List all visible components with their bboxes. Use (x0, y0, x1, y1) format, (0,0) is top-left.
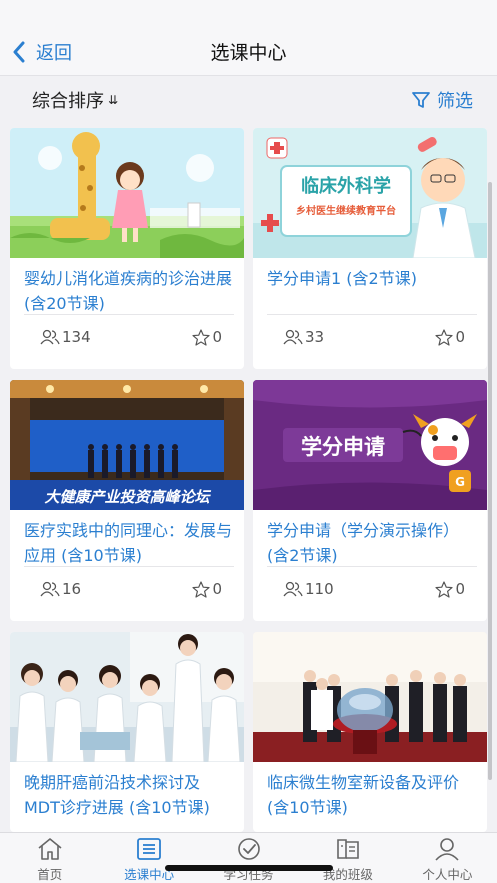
learner-count: 110 (283, 580, 334, 598)
learner-count: 134 (40, 328, 91, 346)
course-thumbnail-surgery: 临床外科学 乡村医生继续教育平台 (253, 128, 487, 258)
favorite-button[interactable]: 0 (435, 580, 465, 598)
banner-title-text: 临床外科学 (301, 175, 391, 197)
star-icon (192, 580, 211, 598)
learner-count-value: 110 (305, 580, 334, 598)
course-thumbnail-credit-apply: 学分申请 G (253, 380, 487, 510)
course-title[interactable]: 晚期肝癌前沿技术探讨及MDT诊疗进展 (含10节课) (24, 770, 234, 820)
tab-profile[interactable]: 个人中心 (398, 833, 497, 883)
favorite-count: 0 (212, 580, 222, 598)
home-icon (38, 838, 62, 860)
learner-count: 16 (40, 580, 81, 598)
star-icon (435, 328, 454, 346)
people-icon (40, 329, 60, 345)
check-circle-icon (237, 838, 260, 860)
card-divider (24, 314, 234, 315)
favorite-button[interactable]: 0 (435, 328, 465, 346)
course-grid: 婴幼儿消化道疾病的诊治进展 (含20节课) 134 0 临床外科学 乡村医生继续… (0, 0, 497, 883)
people-icon (283, 581, 303, 597)
course-thumbnail-doctors (10, 632, 244, 762)
course-card[interactable]: 婴幼儿消化道疾病的诊治进展 (含20节课) 134 0 (10, 128, 244, 369)
favorite-button[interactable]: 0 (192, 328, 222, 346)
people-icon (40, 581, 60, 597)
banner-title-text: 大健康产业投资高峰论坛 (44, 488, 211, 506)
learner-count: 33 (283, 328, 324, 346)
learner-count-value: 33 (305, 328, 325, 346)
course-card[interactable]: 晚期肝癌前沿技术探讨及MDT诊疗进展 (含10节课) (10, 632, 244, 832)
tab-label: 个人中心 (422, 867, 473, 882)
star-icon (435, 580, 454, 598)
banner-title-text: 学分申请 (301, 435, 385, 459)
learner-count-value: 134 (62, 328, 91, 346)
course-title[interactable]: 临床微生物室新设备及评价 (含10节课) (267, 770, 477, 820)
course-title[interactable]: 学分申请（学分演示操作）(含2节课) (267, 518, 477, 568)
scrollbar[interactable] (488, 182, 492, 780)
card-divider (267, 566, 477, 567)
course-title[interactable]: 医疗实践中的同理心：发展与应用 (含10节课) (24, 518, 234, 568)
person-icon (435, 838, 459, 861)
favorite-count: 0 (455, 580, 465, 598)
svg-text:G: G (455, 475, 465, 489)
card-divider (267, 314, 477, 315)
banner-subtitle-text: 乡村医生继续教育平台 (296, 204, 396, 217)
course-thumbnail-equipment-launch (253, 632, 487, 762)
class-book-icon (337, 839, 359, 859)
course-card[interactable]: 大健康产业投资高峰论坛 医疗实践中的同理心：发展与应用 (含10节课) 16 0 (10, 380, 244, 621)
course-title[interactable]: 学分申请1 (含2节课) (267, 266, 477, 291)
star-icon (192, 328, 211, 346)
people-icon (283, 329, 303, 345)
favorite-count: 0 (212, 328, 222, 346)
favorite-button[interactable]: 0 (192, 580, 222, 598)
favorite-count: 0 (455, 328, 465, 346)
course-title[interactable]: 婴幼儿消化道疾病的诊治进展 (含20节课) (24, 266, 234, 316)
tab-course-center[interactable]: 选课中心 (99, 833, 198, 883)
tab-bar: 首页 选课中心 学习任务 我的班级 个人中心 (0, 832, 497, 883)
home-indicator[interactable] (165, 865, 333, 871)
learner-count-value: 16 (62, 580, 82, 598)
course-thumbnail-giraffe (10, 128, 244, 258)
tab-label: 首页 (37, 867, 63, 882)
tab-learning-tasks[interactable]: 学习任务 (199, 833, 298, 883)
course-thumbnail-forum-stage: 大健康产业投资高峰论坛 (10, 380, 244, 510)
card-divider (24, 566, 234, 567)
tab-home[interactable]: 首页 (0, 833, 99, 883)
course-list-icon (137, 838, 162, 860)
course-card[interactable]: 临床外科学 乡村医生继续教育平台 学分申请1 (含2节课) 33 0 (253, 128, 487, 369)
course-card[interactable]: 临床微生物室新设备及评价 (含10节课) (253, 632, 487, 832)
course-card[interactable]: 学分申请 G 学分申请（学分演示操作）(含2节课) 110 0 (253, 380, 487, 621)
tab-my-class[interactable]: 我的班级 (298, 833, 397, 883)
